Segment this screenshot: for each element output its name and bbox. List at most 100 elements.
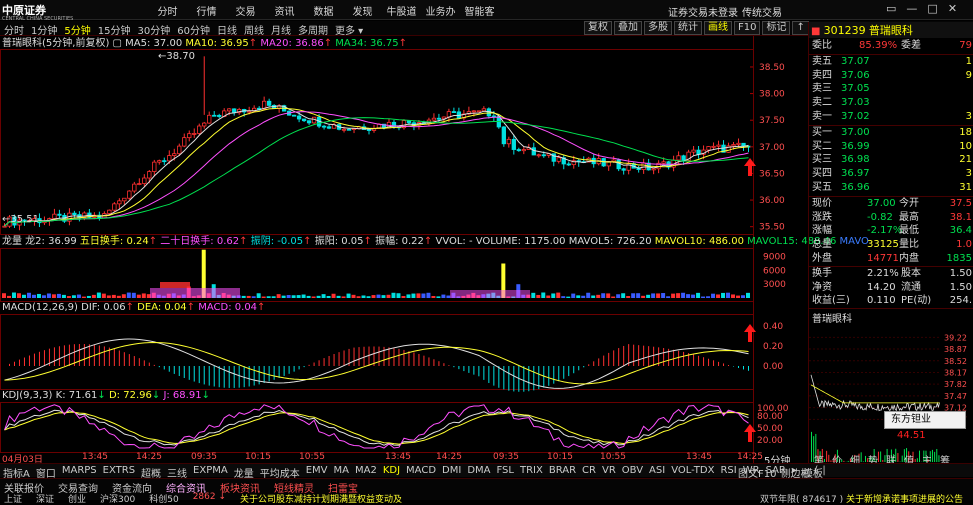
right-tab-4[interactable]: 联 [886, 452, 896, 463]
stat-value: 33125 [867, 238, 899, 252]
tool-button-3[interactable]: 统计 [674, 21, 702, 35]
tool-button-4[interactable]: 画线 [704, 21, 732, 35]
broker-logo: 中原证券 CENTRAL CHINA SECURITIES [2, 2, 94, 18]
ask-row[interactable]: 卖二37.03 [809, 96, 973, 110]
period-tab-5[interactable]: 60分钟 [177, 22, 210, 37]
window-button-0[interactable]: ▭ [886, 2, 896, 15]
window-button-3[interactable]: ✕ [948, 2, 957, 15]
ticker-item-6[interactable]: 关于公司股东减持计划期满暨权益变动及 [240, 492, 402, 505]
period-tab-0[interactable]: 分时 [4, 22, 24, 37]
period-tab-2[interactable]: 5分钟 [64, 22, 90, 37]
svg-text:38.00: 38.00 [759, 90, 785, 100]
svg-text:37.47: 37.47 [944, 392, 967, 401]
period-tab-7[interactable]: 周线 [244, 22, 264, 37]
stat-value: 37.00 [867, 197, 896, 211]
menu-item-0[interactable]: 分时 [148, 0, 187, 20]
svg-text:0.20: 0.20 [763, 342, 783, 352]
right-tab-0[interactable]: 笔 [814, 452, 824, 463]
right-tab-2[interactable]: 细 [850, 452, 860, 463]
stat2-row: 净资14.20流通1.50 [809, 281, 973, 295]
bid-volume: 3 [966, 167, 972, 181]
menu-item-3[interactable]: 资讯 [265, 0, 304, 20]
index-ticker: 上证 深证 创业 沪深300 科创50 2862 ↓ 关于公司股东减持计划期满暨权益变动及 [4, 492, 402, 505]
period-tab-1[interactable]: 1分钟 [31, 22, 57, 37]
menu-item-2[interactable]: 交易 [226, 0, 265, 20]
bid-book: 买一37.0018买二36.9910买三36.9821买四36.973买五36.… [809, 125, 973, 195]
bid-volume: 10 [959, 140, 972, 154]
ask-row[interactable]: 卖三37.05 [809, 82, 973, 96]
bid-row[interactable]: 买五36.9631 [809, 181, 973, 195]
vol-title: 龙量 龙2: 36.99 [2, 236, 77, 247]
menu-item-8[interactable]: 智能客服 [460, 0, 499, 20]
bid-row[interactable]: 买二36.9910 [809, 140, 973, 154]
x-label-3: 09:35 [191, 452, 217, 462]
menu-item-5[interactable]: 发现 [343, 0, 382, 20]
vol-indicator-4: 振幅: 0.22 [372, 236, 424, 247]
ask-row[interactable]: 卖一37.023 [809, 110, 973, 124]
menu-item-4[interactable]: 数据 [304, 0, 343, 20]
bid-row[interactable]: 买三36.9821 [809, 153, 973, 167]
ticker-item-1[interactable]: 深证 [36, 492, 54, 505]
ask-label: 卖一 [812, 110, 832, 124]
stat2-row: 收益(三)0.110PE(动)254. [809, 294, 973, 308]
weibi-value: 85.39% [859, 39, 897, 53]
right-tab-5[interactable]: 值 [904, 452, 914, 463]
menu-item-6[interactable]: 牛股道 [382, 0, 421, 20]
bid-row[interactable]: 买一37.0018 [809, 126, 973, 140]
period-tab-3[interactable]: 15分钟 [98, 22, 131, 37]
ask-row[interactable]: 卖五37.071 [809, 55, 973, 69]
right-tab-3[interactable]: 势 [868, 452, 878, 463]
bid-row[interactable]: 买四36.973 [809, 167, 973, 181]
tool-button-6[interactable]: 标记 [762, 21, 790, 35]
menu-item-7[interactable]: 业务办理 [421, 0, 460, 20]
ticker-item-0[interactable]: 上证 [4, 492, 22, 505]
ticker-item-5[interactable]: 2862 ↓ [193, 492, 226, 505]
chart-area[interactable]: 38.5038.0037.5037.0036.5036.0035.5090006… [0, 36, 808, 463]
right-tab-6[interactable]: 主 [922, 452, 932, 463]
ask-label: 卖五 [812, 55, 832, 69]
stat-row: 总量33125量比1.0 [809, 238, 973, 252]
period-tab-9[interactable]: 多周期 [298, 22, 328, 37]
period-tab-6[interactable]: 日线 [217, 22, 237, 37]
tool-button-1[interactable]: 叠加 [614, 21, 642, 35]
stock-tooltip[interactable]: 东方钽业44.51 [884, 411, 966, 429]
window-button-1[interactable]: — [906, 2, 917, 15]
trade-mode[interactable]: 传统交易 [742, 4, 782, 19]
ticker-item-3[interactable]: 沪深300 [100, 492, 135, 505]
ticker-item-4[interactable]: 科创50 [149, 492, 178, 505]
right-tab-1[interactable]: 价 [832, 452, 842, 463]
macd-dea: DEA: 0.04 [137, 302, 187, 313]
ticker-item-2[interactable]: 创业 [68, 492, 86, 505]
ask-volume: 3 [966, 110, 972, 124]
period-tab-8[interactable]: 月线 [271, 22, 291, 37]
news-right: 双节年限( 874617 ) 关于新增承诺事项进展的公告 [760, 492, 963, 505]
bid-volume: 21 [959, 153, 972, 167]
tool-button-0[interactable]: 复权 [584, 21, 612, 35]
stock-header: ■ 301239 普瑞眼科 [809, 22, 973, 38]
stat-value: -2.17% [867, 224, 902, 238]
macd-title: MACD(12,26,9) [2, 302, 78, 313]
macd-title-row: MACD(12,26,9) DIF: 0.06↑ DEA: 0.04↑ MACD… [2, 301, 265, 314]
tool-button-2[interactable]: 多股 [644, 21, 672, 35]
tool-button-5[interactable]: F10 [734, 21, 760, 35]
candlesticks [3, 56, 751, 230]
kline-title-row: 普瑞眼科(5分钟,前复权) ▢ MA5: 37.00 MA10: 36.95↑ … [2, 37, 407, 50]
x-label-8: 09:35 [493, 452, 519, 462]
tool-button-7[interactable]: ↑ [792, 21, 808, 35]
ma34-value: MA34: 36.75 [335, 38, 398, 49]
ask-row[interactable]: 卖四37.069 [809, 69, 973, 83]
menu-item-1[interactable]: 行情 [187, 0, 226, 20]
stock-name: 普瑞眼科 [869, 24, 913, 37]
high-price-label: ←38.70 [158, 51, 195, 62]
chart-menu-icon[interactable]: ▢ [113, 38, 122, 49]
bid-price: 36.98 [841, 153, 870, 167]
quote-stats2: 换手2.21%股本1.50净资14.20流通1.50收益(三)0.110PE(动… [809, 266, 973, 307]
period-tab-10[interactable]: 更多 ▾ [335, 22, 363, 37]
trade-login-status[interactable]: 证券交易未登录 [668, 4, 738, 19]
stat-row: 外盘14771内盘1835 [809, 252, 973, 266]
bid-label: 买四 [812, 167, 832, 181]
window-button-2[interactable]: □ [927, 2, 937, 15]
right-tab-7[interactable]: 筹 [940, 452, 950, 463]
period-tab-4[interactable]: 30分钟 [137, 22, 170, 37]
kdj-d: D: 72.96 [109, 390, 152, 401]
